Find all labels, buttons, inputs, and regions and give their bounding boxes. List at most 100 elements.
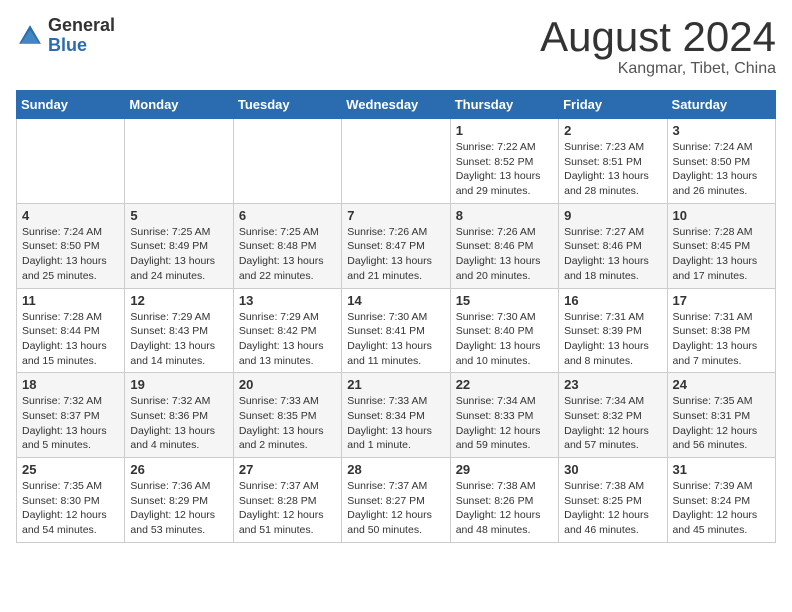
calendar-day-cell: 13 Sunrise: 7:29 AM Sunset: 8:42 PM Dayli… bbox=[233, 288, 341, 373]
day-info: Sunrise: 7:31 AM Sunset: 8:39 PM Dayligh… bbox=[564, 310, 661, 369]
day-number: 13 bbox=[239, 293, 336, 308]
weekday-header: Wednesday bbox=[342, 91, 450, 119]
calendar-day-cell: 5 Sunrise: 7:25 AM Sunset: 8:49 PM Daylig… bbox=[125, 203, 233, 288]
day-number: 11 bbox=[22, 293, 119, 308]
day-info: Sunrise: 7:28 AM Sunset: 8:45 PM Dayligh… bbox=[673, 225, 770, 284]
calendar-day-cell: 19Sunrise: 7:32 AM Sunset: 8:36 PM Dayli… bbox=[125, 373, 233, 458]
calendar-day-cell bbox=[342, 119, 450, 204]
day-number: 8 bbox=[456, 208, 553, 223]
calendar-day-cell: 14 Sunrise: 7:30 AM Sunset: 8:41 PM Dayli… bbox=[342, 288, 450, 373]
calendar-week-row: 1Sunrise: 7:22 AM Sunset: 8:52 PM Daylig… bbox=[17, 119, 776, 204]
calendar-day-cell: 9Sunrise: 7:27 AM Sunset: 8:46 PM Daylig… bbox=[559, 203, 667, 288]
day-number: 29 bbox=[456, 462, 553, 477]
weekday-header: Friday bbox=[559, 91, 667, 119]
calendar-header-row: SundayMondayTuesdayWednesdayThursdayFrid… bbox=[17, 91, 776, 119]
calendar-week-row: 25 Sunrise: 7:35 AM Sunset: 8:30 PM Dayli… bbox=[17, 458, 776, 543]
day-number: 17 bbox=[673, 293, 770, 308]
calendar-day-cell: 28 Sunrise: 7:37 AM Sunset: 8:27 PM Dayli… bbox=[342, 458, 450, 543]
day-number: 27 bbox=[239, 462, 336, 477]
calendar-day-cell: 12Sunrise: 7:29 AM Sunset: 8:43 PM Dayli… bbox=[125, 288, 233, 373]
day-info: Sunrise: 7:25 AM Sunset: 8:48 PM Dayligh… bbox=[239, 225, 336, 284]
title-block: August 2024 Kangmar, Tibet, China bbox=[540, 16, 776, 78]
calendar-week-row: 11 Sunrise: 7:28 AM Sunset: 8:44 PM Dayli… bbox=[17, 288, 776, 373]
calendar-day-cell bbox=[17, 119, 125, 204]
day-number: 31 bbox=[673, 462, 770, 477]
day-number: 16 bbox=[564, 293, 661, 308]
main-title: August 2024 bbox=[540, 16, 776, 58]
page-header: General Blue August 2024 Kangmar, Tibet,… bbox=[16, 16, 776, 78]
day-number: 24 bbox=[673, 377, 770, 392]
day-number: 22 bbox=[456, 377, 553, 392]
day-number: 10 bbox=[673, 208, 770, 223]
day-number: 7 bbox=[347, 208, 444, 223]
calendar-week-row: 18 Sunrise: 7:32 AM Sunset: 8:37 PM Dayli… bbox=[17, 373, 776, 458]
day-info: Sunrise: 7:35 AM Sunset: 8:31 PM Dayligh… bbox=[673, 394, 770, 453]
day-info: Sunrise: 7:30 AM Sunset: 8:41 PM Dayligh… bbox=[347, 310, 444, 369]
calendar-day-cell: 20 Sunrise: 7:33 AM Sunset: 8:35 PM Dayli… bbox=[233, 373, 341, 458]
day-info: Sunrise: 7:26 AM Sunset: 8:47 PM Dayligh… bbox=[347, 225, 444, 284]
day-info: Sunrise: 7:33 AM Sunset: 8:35 PM Dayligh… bbox=[239, 394, 336, 453]
day-number: 26 bbox=[130, 462, 227, 477]
calendar-day-cell: 18 Sunrise: 7:32 AM Sunset: 8:37 PM Dayli… bbox=[17, 373, 125, 458]
day-info: Sunrise: 7:24 AM Sunset: 8:50 PM Dayligh… bbox=[673, 140, 770, 199]
day-number: 14 bbox=[347, 293, 444, 308]
day-number: 28 bbox=[347, 462, 444, 477]
day-number: 4 bbox=[22, 208, 119, 223]
weekday-header: Sunday bbox=[17, 91, 125, 119]
day-info: Sunrise: 7:37 AM Sunset: 8:27 PM Dayligh… bbox=[347, 479, 444, 538]
day-number: 18 bbox=[22, 377, 119, 392]
day-info: Sunrise: 7:26 AM Sunset: 8:46 PM Dayligh… bbox=[456, 225, 553, 284]
calendar-day-cell bbox=[125, 119, 233, 204]
day-number: 5 bbox=[130, 208, 227, 223]
day-number: 20 bbox=[239, 377, 336, 392]
calendar-day-cell: 27 Sunrise: 7:37 AM Sunset: 8:28 PM Dayli… bbox=[233, 458, 341, 543]
day-info: Sunrise: 7:30 AM Sunset: 8:40 PM Dayligh… bbox=[456, 310, 553, 369]
logo-general: General bbox=[48, 16, 115, 36]
day-info: Sunrise: 7:22 AM Sunset: 8:52 PM Dayligh… bbox=[456, 140, 553, 199]
day-info: Sunrise: 7:23 AM Sunset: 8:51 PM Dayligh… bbox=[564, 140, 661, 199]
calendar-week-row: 4 Sunrise: 7:24 AM Sunset: 8:50 PM Daylig… bbox=[17, 203, 776, 288]
day-info: Sunrise: 7:25 AM Sunset: 8:49 PM Dayligh… bbox=[130, 225, 227, 284]
calendar-day-cell: 26 Sunrise: 7:36 AM Sunset: 8:29 PM Dayli… bbox=[125, 458, 233, 543]
day-number: 25 bbox=[22, 462, 119, 477]
calendar-day-cell: 8 Sunrise: 7:26 AM Sunset: 8:46 PM Daylig… bbox=[450, 203, 558, 288]
day-number: 19 bbox=[130, 377, 227, 392]
logo-blue: Blue bbox=[48, 36, 115, 56]
calendar-day-cell: 4 Sunrise: 7:24 AM Sunset: 8:50 PM Daylig… bbox=[17, 203, 125, 288]
subtitle: Kangmar, Tibet, China bbox=[540, 60, 776, 78]
day-info: Sunrise: 7:31 AM Sunset: 8:38 PM Dayligh… bbox=[673, 310, 770, 369]
logo-text: General Blue bbox=[48, 16, 115, 56]
day-info: Sunrise: 7:28 AM Sunset: 8:44 PM Dayligh… bbox=[22, 310, 119, 369]
calendar-day-cell bbox=[233, 119, 341, 204]
calendar-day-cell: 7 Sunrise: 7:26 AM Sunset: 8:47 PM Daylig… bbox=[342, 203, 450, 288]
day-info: Sunrise: 7:32 AM Sunset: 8:37 PM Dayligh… bbox=[22, 394, 119, 453]
day-number: 2 bbox=[564, 123, 661, 138]
calendar-day-cell: 1Sunrise: 7:22 AM Sunset: 8:52 PM Daylig… bbox=[450, 119, 558, 204]
day-info: Sunrise: 7:27 AM Sunset: 8:46 PM Dayligh… bbox=[564, 225, 661, 284]
calendar-day-cell: 25 Sunrise: 7:35 AM Sunset: 8:30 PM Dayli… bbox=[17, 458, 125, 543]
calendar-day-cell: 15 Sunrise: 7:30 AM Sunset: 8:40 PM Dayli… bbox=[450, 288, 558, 373]
day-info: Sunrise: 7:39 AM Sunset: 8:24 PM Dayligh… bbox=[673, 479, 770, 538]
calendar-day-cell: 3 Sunrise: 7:24 AM Sunset: 8:50 PM Daylig… bbox=[667, 119, 775, 204]
day-info: Sunrise: 7:34 AM Sunset: 8:32 PM Dayligh… bbox=[564, 394, 661, 453]
calendar-day-cell: 29Sunrise: 7:38 AM Sunset: 8:26 PM Dayli… bbox=[450, 458, 558, 543]
day-info: Sunrise: 7:38 AM Sunset: 8:25 PM Dayligh… bbox=[564, 479, 661, 538]
day-info: Sunrise: 7:37 AM Sunset: 8:28 PM Dayligh… bbox=[239, 479, 336, 538]
day-info: Sunrise: 7:24 AM Sunset: 8:50 PM Dayligh… bbox=[22, 225, 119, 284]
calendar-day-cell: 24 Sunrise: 7:35 AM Sunset: 8:31 PM Dayli… bbox=[667, 373, 775, 458]
day-info: Sunrise: 7:36 AM Sunset: 8:29 PM Dayligh… bbox=[130, 479, 227, 538]
day-info: Sunrise: 7:35 AM Sunset: 8:30 PM Dayligh… bbox=[22, 479, 119, 538]
day-info: Sunrise: 7:33 AM Sunset: 8:34 PM Dayligh… bbox=[347, 394, 444, 453]
calendar-day-cell: 31 Sunrise: 7:39 AM Sunset: 8:24 PM Dayli… bbox=[667, 458, 775, 543]
day-number: 21 bbox=[347, 377, 444, 392]
calendar-table: SundayMondayTuesdayWednesdayThursdayFrid… bbox=[16, 90, 776, 543]
day-number: 15 bbox=[456, 293, 553, 308]
day-info: Sunrise: 7:29 AM Sunset: 8:42 PM Dayligh… bbox=[239, 310, 336, 369]
calendar-day-cell: 23Sunrise: 7:34 AM Sunset: 8:32 PM Dayli… bbox=[559, 373, 667, 458]
logo-icon bbox=[16, 22, 44, 50]
day-number: 3 bbox=[673, 123, 770, 138]
calendar-day-cell: 17 Sunrise: 7:31 AM Sunset: 8:38 PM Dayli… bbox=[667, 288, 775, 373]
calendar-day-cell: 10 Sunrise: 7:28 AM Sunset: 8:45 PM Dayli… bbox=[667, 203, 775, 288]
day-number: 12 bbox=[130, 293, 227, 308]
calendar-day-cell: 2 Sunrise: 7:23 AM Sunset: 8:51 PM Daylig… bbox=[559, 119, 667, 204]
